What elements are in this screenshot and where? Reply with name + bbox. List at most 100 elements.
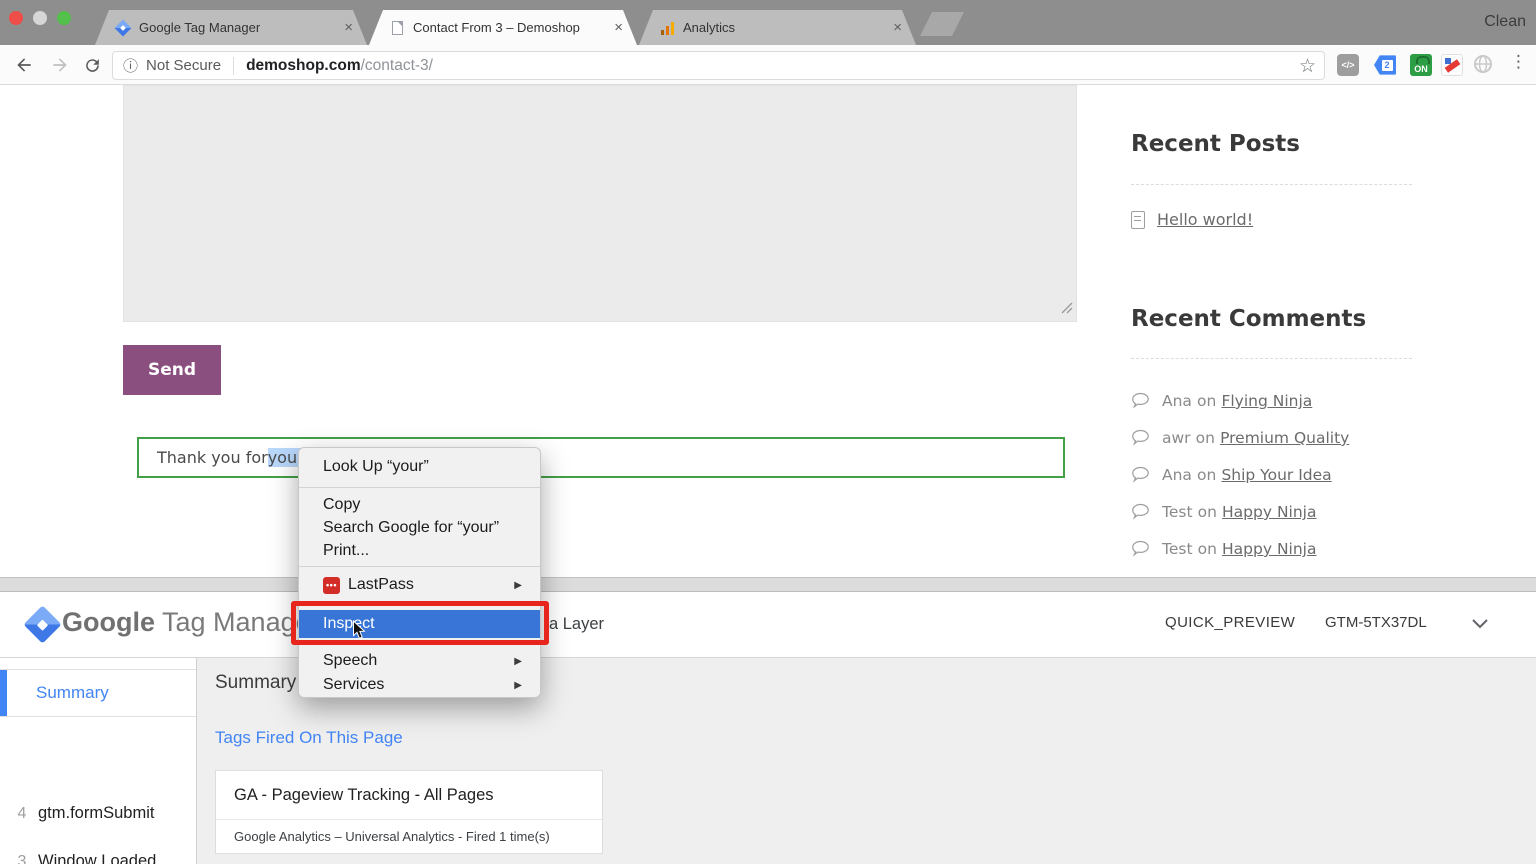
recent-post-item[interactable]: Hello world! xyxy=(1131,210,1253,229)
extension-tag-assistant-icon[interactable]: 2 xyxy=(1374,54,1396,76)
send-button[interactable]: Send xyxy=(123,345,221,395)
submenu-arrow-icon: ▶ xyxy=(514,580,522,591)
info-icon[interactable]: ⓘ xyxy=(123,55,138,76)
tab-close-icon[interactable]: × xyxy=(340,19,357,36)
services-label: Services xyxy=(323,676,384,694)
comment-target-link[interactable]: Premium Quality xyxy=(1220,429,1349,447)
post-link[interactable]: Hello world! xyxy=(1157,210,1253,229)
tag-assistant-badge: 2 xyxy=(1382,60,1393,71)
event-number: 3 xyxy=(12,853,32,864)
comment-connector: on xyxy=(1197,466,1216,484)
webpage-content: Send Thank you for your Recent Posts Hel… xyxy=(0,85,1536,577)
tab-google-tag-manager[interactable]: Google Tag Manager × xyxy=(95,10,367,45)
divider xyxy=(1131,184,1412,185)
gtm-summary-tab[interactable]: Summary xyxy=(0,669,196,717)
extension-mosaic-icon[interactable] xyxy=(1441,54,1463,76)
menu-item-speech[interactable]: Speech ▶ xyxy=(299,648,540,674)
comment-author: Ana xyxy=(1162,466,1192,484)
active-tab-indicator xyxy=(0,670,7,716)
comment-target-link[interactable]: Ship Your Idea xyxy=(1221,466,1331,484)
extension-code-icon[interactable]: </> xyxy=(1337,54,1359,76)
comment-target-link[interactable]: Flying Ninja xyxy=(1221,392,1312,410)
comment-connector: on xyxy=(1198,540,1217,558)
zoom-window-button[interactable] xyxy=(57,11,71,25)
menu-item-services[interactable]: Services ▶ xyxy=(299,672,540,698)
mouse-cursor xyxy=(352,620,367,645)
page-favicon xyxy=(389,20,405,36)
refresh-button[interactable] xyxy=(80,53,104,77)
event-label: Window Loaded xyxy=(38,852,156,864)
message-textarea[interactable] xyxy=(123,85,1077,322)
menu-item-lastpass[interactable]: ••• LastPass ▶ xyxy=(299,572,540,598)
gtm-debug-panel: Google Tag Manager a Layer QUICK_PREVIEW… xyxy=(0,592,1536,864)
tab-close-icon[interactable]: × xyxy=(889,19,906,36)
submenu-arrow-icon: ▶ xyxy=(514,656,522,667)
security-label[interactable]: Not Secure xyxy=(146,57,221,74)
gtm-event-sidebar: Summary 4 gtm.formSubmit 3 Window Loaded… xyxy=(0,658,197,864)
comment-item[interactable]: Test on Happy Ninja xyxy=(1131,502,1317,521)
gtm-header: Google Tag Manager a Layer QUICK_PREVIEW… xyxy=(0,592,1536,658)
url-separator xyxy=(233,57,234,75)
extension-on-icon[interactable]: ON xyxy=(1410,54,1432,76)
gtm-event-row[interactable]: 4 gtm.formSubmit xyxy=(0,804,196,823)
event-label: gtm.formSubmit xyxy=(38,804,154,823)
screen: Google Tag Manager × Contact From 3 – De… xyxy=(0,0,1536,864)
context-menu: Look Up “your” Copy Search Google for “y… xyxy=(298,447,541,698)
gtm-event-row[interactable]: 3 Window Loaded xyxy=(0,852,196,864)
tags-fired-section-title: Tags Fired On This Page xyxy=(215,728,403,748)
back-arrow-icon xyxy=(14,55,34,75)
comment-author: awr xyxy=(1162,429,1191,447)
browser-menu-icon[interactable]: ⋮ xyxy=(1510,52,1527,72)
tab-close-icon[interactable]: × xyxy=(610,19,627,36)
divider xyxy=(1131,358,1412,359)
menu-item-look-up[interactable]: Look Up “your” xyxy=(299,454,540,480)
menu-separator xyxy=(299,566,540,567)
close-window-button[interactable] xyxy=(9,11,23,25)
lastpass-label: LastPass xyxy=(348,576,414,594)
gtm-brand: Google Tag Manager xyxy=(62,607,320,638)
summary-tab-label: Summary xyxy=(36,683,109,703)
speech-label: Speech xyxy=(323,652,377,670)
forward-button[interactable] xyxy=(48,53,72,77)
textarea-resize-handle[interactable] xyxy=(1061,299,1073,318)
comment-target-link[interactable]: Happy Ninja xyxy=(1222,540,1316,558)
red-highlight-annotation xyxy=(291,601,549,645)
submenu-arrow-icon: ▶ xyxy=(514,680,522,691)
tab-title: Analytics xyxy=(683,20,883,35)
extension-globe-icon[interactable] xyxy=(1473,54,1495,76)
url-bar[interactable]: ⓘ Not Secure demoshop.com/contact-3/ ☆ xyxy=(112,51,1325,80)
gtm-favicon xyxy=(115,20,131,36)
url-host: demoshop.com xyxy=(246,57,361,75)
gtm-container-id: GTM-5TX37DL xyxy=(1325,614,1427,631)
gtm-main-heading: Summary xyxy=(215,672,296,694)
comment-item[interactable]: Test on Happy Ninja xyxy=(1131,539,1317,558)
tab-title: Google Tag Manager xyxy=(139,20,334,35)
success-notice: Thank you for your xyxy=(137,437,1065,478)
divider xyxy=(216,819,602,820)
comment-target-link[interactable]: Happy Ninja xyxy=(1222,503,1316,521)
panel-divider[interactable] xyxy=(0,577,1536,592)
recent-comments-title: Recent Comments xyxy=(1131,306,1366,332)
new-tab-button[interactable] xyxy=(920,12,964,36)
back-button[interactable] xyxy=(12,53,36,77)
browser-toolbar: ⓘ Not Secure demoshop.com/contact-3/ ☆ <… xyxy=(0,45,1536,85)
gtm-data-layer-tab[interactable]: a Layer xyxy=(549,615,604,634)
comment-bubble-icon xyxy=(1131,466,1150,483)
document-icon xyxy=(1131,211,1145,229)
tab-analytics[interactable]: Analytics × xyxy=(639,10,916,45)
chevron-down-icon[interactable] xyxy=(1470,616,1490,635)
tab-contact-form-demoshop[interactable]: Contact From 3 – Demoshop × xyxy=(369,10,637,45)
fired-tag-card[interactable]: GA - Pageview Tracking - All Pages Googl… xyxy=(215,770,603,854)
comment-item[interactable]: Ana on Flying Ninja xyxy=(1131,391,1312,410)
comment-item[interactable]: awr on Premium Quality xyxy=(1131,428,1349,447)
menu-item-print[interactable]: Print... xyxy=(299,538,540,564)
bookmark-star-icon[interactable]: ☆ xyxy=(1299,55,1316,78)
comment-connector: on xyxy=(1197,392,1216,410)
minimize-window-button[interactable] xyxy=(33,11,47,25)
analytics-favicon xyxy=(659,20,675,36)
clean-annotation: Clean xyxy=(1484,13,1526,31)
recent-posts-title: Recent Posts xyxy=(1131,131,1300,157)
gtm-brand-google: Google xyxy=(62,607,155,637)
lastpass-icon: ••• xyxy=(323,577,340,594)
comment-item[interactable]: Ana on Ship Your Idea xyxy=(1131,465,1332,484)
